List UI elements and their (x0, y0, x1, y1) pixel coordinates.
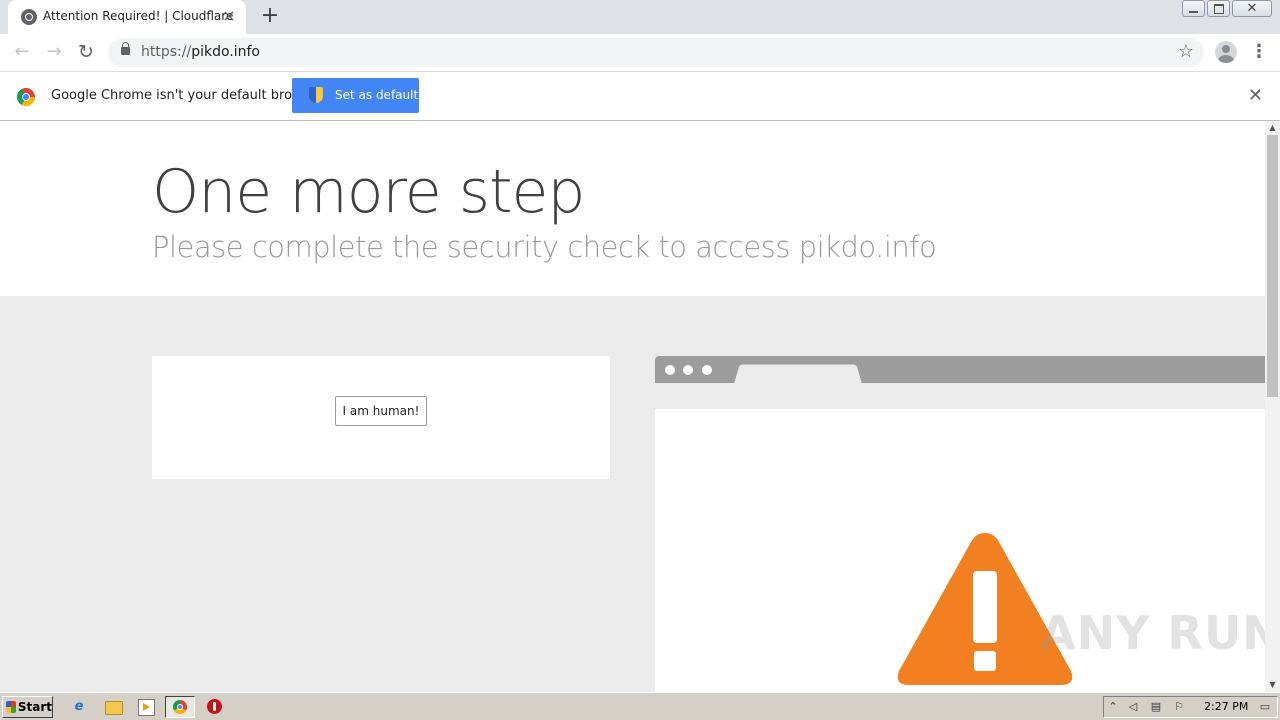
tab-cloudflare[interactable]: Attention Required! | Cloudflare × (8, 0, 246, 34)
tab-title: Attention Required! | Cloudflare (43, 9, 234, 23)
action-center-flag-icon[interactable]: ⚐ (1172, 700, 1186, 714)
start-label: Start (17, 700, 52, 714)
media-player-icon[interactable] (137, 698, 155, 716)
hero-section: One more step Please complete the securi… (0, 121, 1265, 296)
chrome-logo-icon (17, 88, 35, 106)
i-am-human-button[interactable]: I am human! (335, 396, 427, 426)
set-as-default-label: Set as default (335, 88, 419, 102)
globe-icon (21, 9, 37, 25)
folder-icon[interactable] (104, 698, 123, 716)
bookmark-star-icon[interactable]: ☆ (1178, 41, 1194, 62)
set-as-default-button[interactable]: Set as default (292, 78, 419, 113)
menu-kebab-icon[interactable]: ⋮ (1250, 42, 1268, 62)
anyrun-watermark: ANY RUN (1040, 606, 1265, 660)
network-icon[interactable]: ▤ (1149, 700, 1163, 714)
infobar-close-icon[interactable]: ✕ (1248, 85, 1263, 106)
forward-arrow-icon[interactable]: → (42, 40, 66, 64)
page-subtitle: Please complete the security check to ac… (152, 230, 937, 264)
page-scrollbar[interactable]: ▲ ▼ (1265, 121, 1280, 692)
back-arrow-icon[interactable]: ← (10, 40, 34, 64)
uac-shield-icon (309, 87, 323, 103)
address-bar[interactable]: https://pikdo.info ☆ (108, 38, 1204, 67)
illustration-tab (734, 364, 862, 384)
close-tab-icon[interactable]: × (219, 6, 239, 26)
illustration-titlebar (655, 356, 1265, 384)
page-viewport: One more step Please complete the securi… (0, 121, 1265, 692)
url-host: pikdo.info (191, 44, 260, 60)
illustration-dot (665, 365, 675, 375)
browser-toolbar: ← → ↻ https://pikdo.info ☆ ⋮ (0, 34, 1280, 71)
captcha-container: I am human! (152, 356, 610, 479)
show-desktop-icon[interactable]: ▭ (1258, 700, 1272, 714)
restore-button[interactable] (1207, 0, 1230, 17)
window-controls: ✕ (1182, 0, 1272, 17)
scroll-up-arrow-icon[interactable]: ▲ (1265, 121, 1280, 135)
tray-expand-icon[interactable]: ⌃ (1106, 700, 1120, 714)
url-scheme: https:// (141, 44, 192, 60)
system-tray: ⌃ ◁ ▤ ⚐ 2:27 PM ▭ (1103, 696, 1278, 718)
profile-avatar-icon[interactable] (1215, 41, 1237, 63)
illustration-dot (702, 365, 712, 375)
close-window-button[interactable]: ✕ (1232, 0, 1272, 17)
infobar-message: Google Chrome isn't your default browser (51, 88, 323, 103)
volume-icon[interactable]: ◁ (1126, 700, 1140, 714)
default-browser-infobar: Google Chrome isn't your default browser… (0, 71, 1280, 121)
minimize-button[interactable] (1182, 0, 1205, 17)
reload-icon[interactable]: ↻ (74, 40, 98, 64)
scroll-down-arrow-icon[interactable]: ▼ (1265, 678, 1280, 692)
windows-taskbar: Start e ⌃ ◁ ▤ ⚐ 2:27 PM ▭ (0, 692, 1280, 720)
windows-logo-icon (6, 701, 16, 713)
taskbar-clock[interactable]: 2:27 PM (1204, 700, 1248, 713)
lock-icon[interactable] (121, 42, 130, 55)
opera-icon[interactable] (206, 698, 224, 716)
internet-explorer-icon[interactable]: e (70, 698, 88, 716)
tab-strip: Attention Required! | Cloudflare × + ✕ (0, 0, 1280, 34)
page-title: One more step (152, 157, 586, 227)
chrome-taskbar-icon[interactable] (165, 696, 195, 718)
new-tab-button[interactable]: + (258, 4, 282, 28)
start-button[interactable]: Start (2, 696, 53, 718)
url-text[interactable]: https://pikdo.info (141, 44, 260, 60)
illustration-dot (683, 365, 693, 375)
scroll-thumb[interactable] (1267, 135, 1278, 397)
